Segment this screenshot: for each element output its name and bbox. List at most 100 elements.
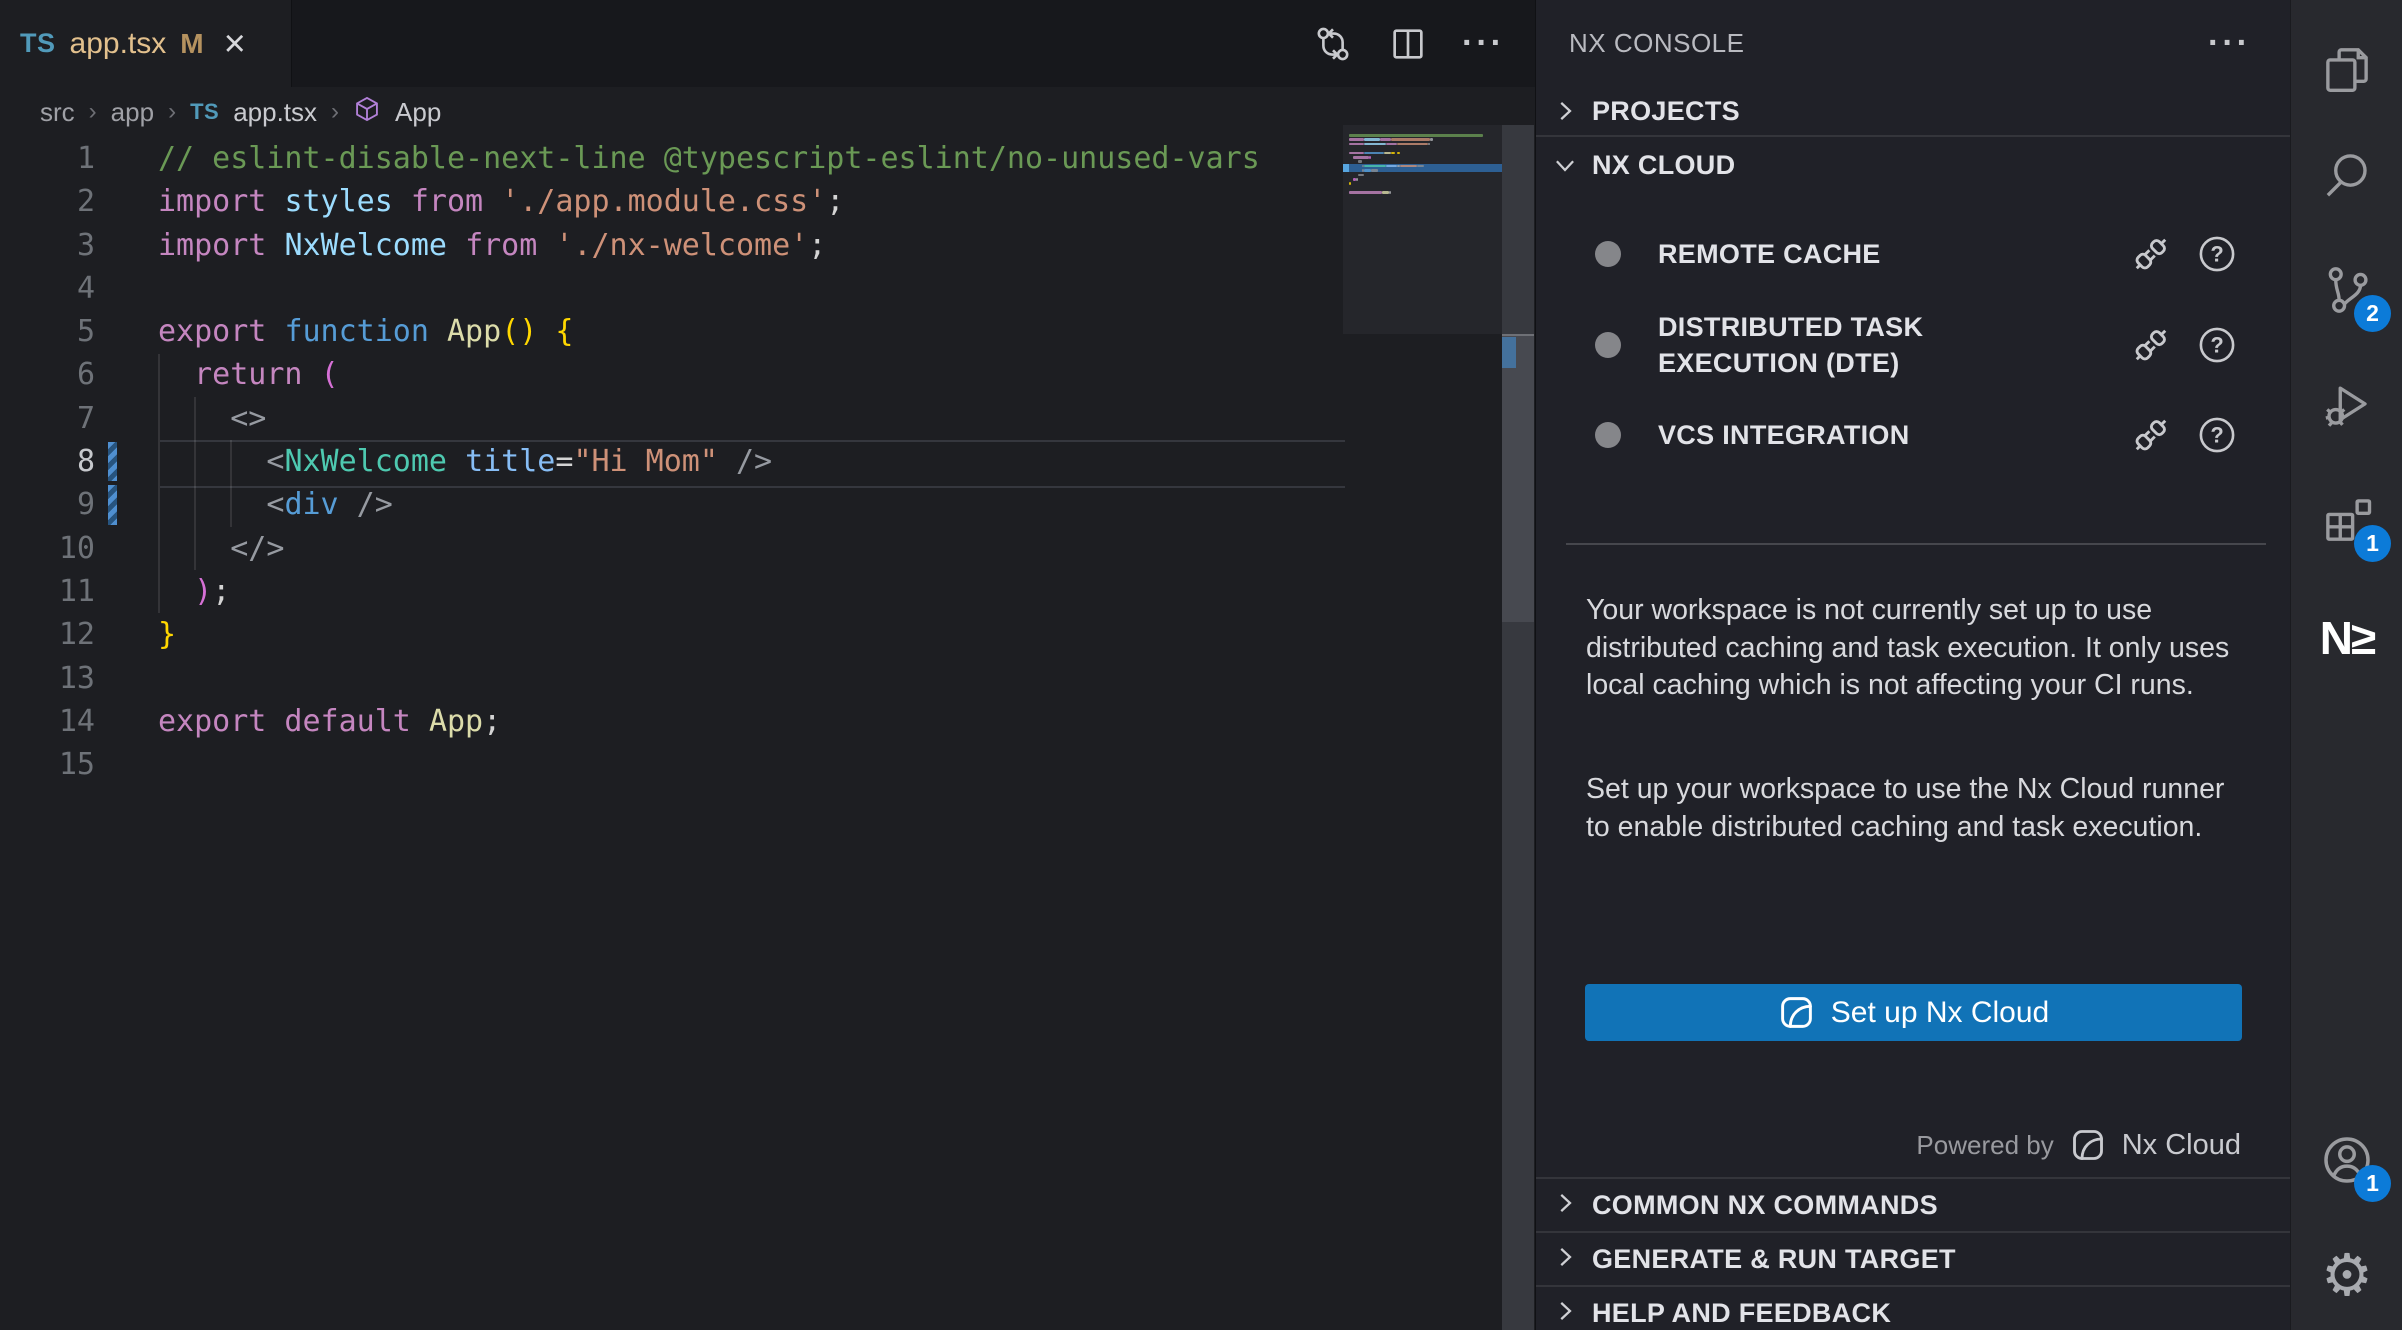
code-line[interactable]: 1// eslint-disable-next-line @typescript… — [0, 137, 1502, 180]
sidebar-item-nx-console[interactable]: N≥ — [2291, 590, 2402, 686]
sidebar-item-extensions[interactable]: 1 — [2291, 472, 2402, 568]
code-line[interactable]: 3import NxWelcome from './nx-welcome'; — [0, 224, 1502, 267]
code-line-content: import NxWelcome from './nx-welcome'; — [95, 224, 826, 267]
line-number: 4 — [0, 267, 95, 310]
connect-icon[interactable] — [2128, 231, 2174, 277]
chevron-right-icon — [1550, 1296, 1580, 1326]
breadcrumb-symbol[interactable]: App — [395, 97, 441, 128]
git-modified-badge: M — [180, 28, 203, 60]
minimap-current-line-marker — [1343, 164, 1349, 172]
code-line[interactable]: 2import styles from './app.module.css'; — [0, 180, 1502, 223]
help-icon[interactable]: ? — [2196, 414, 2238, 456]
nx-console-icon: N≥ — [2320, 611, 2374, 665]
more-actions-icon[interactable]: ··· — [1462, 24, 1505, 63]
code-line[interactable]: 8 <NxWelcome title="Hi Mom" /> — [0, 440, 1502, 483]
split-editor-icon[interactable] — [1388, 24, 1428, 64]
minimap-line — [1349, 134, 1483, 137]
breadcrumb-file[interactable]: app.tsx — [233, 97, 317, 128]
nx-cloud-item-label: REMOTE CACHE — [1658, 236, 1988, 272]
run-debug-icon — [2320, 378, 2374, 432]
chevron-down-icon — [1550, 150, 1580, 180]
setup-instruction-text: Set up your workspace to use the Nx Clou… — [1586, 771, 2234, 846]
code-line-content: import styles from './app.module.css'; — [95, 180, 844, 223]
line-number: 11 — [0, 570, 95, 613]
code-line-content: ); — [95, 570, 230, 613]
tab-bar: TS app.tsx M × ··· — [0, 0, 1535, 87]
minimap-line — [1391, 152, 1395, 155]
code-line[interactable]: 13 — [0, 657, 1502, 700]
connect-icon[interactable] — [2128, 322, 2174, 368]
line-number: 10 — [0, 527, 95, 570]
typescript-icon: TS — [190, 99, 219, 125]
sidebar-item-source-control[interactable]: 2 — [2291, 242, 2402, 338]
help-icon[interactable]: ? — [2196, 233, 2238, 275]
item-actions: ? — [2128, 412, 2238, 458]
code-editor[interactable]: 1// eslint-disable-next-line @typescript… — [0, 137, 1502, 786]
breadcrumb-folder[interactable]: app — [111, 97, 154, 128]
setup-nx-cloud-button[interactable]: Set up Nx Cloud — [1585, 984, 2242, 1041]
more-actions-icon[interactable]: ··· — [2208, 24, 2251, 63]
gear-icon: ⚙ — [2321, 1246, 2373, 1304]
item-actions: ? — [2128, 322, 2238, 368]
section-generate-run-target[interactable]: GENERATE & RUN TARGET — [1536, 1231, 2291, 1285]
close-icon[interactable]: × — [224, 25, 246, 63]
minimap[interactable] — [1343, 125, 1502, 335]
code-line[interactable]: 14export default App; — [0, 700, 1502, 743]
editor-group: TS app.tsx M × ··· — [0, 0, 1535, 1330]
code-line[interactable]: 7 <> — [0, 397, 1502, 440]
section-common-nx-commands[interactable]: COMMON NX COMMANDS — [1536, 1177, 2291, 1231]
connect-icon[interactable] — [2128, 412, 2174, 458]
gutter-modified-marker — [108, 442, 117, 481]
search-icon — [2320, 148, 2374, 202]
nx-cloud-icon — [1778, 994, 1815, 1031]
typescript-icon: TS — [20, 28, 56, 59]
code-line-content: export function App() { — [95, 310, 573, 353]
minimap-line — [1364, 138, 1379, 141]
nx-cloud-icon — [2070, 1127, 2106, 1163]
minimap-line — [1382, 191, 1389, 194]
minimap-line — [1397, 143, 1428, 146]
overview-ruler-modified-marker — [1502, 337, 1516, 368]
section-nx-cloud[interactable]: NX CLOUD — [1536, 140, 2291, 190]
activity-bar: 2 1 N≥ — [2290, 0, 2402, 1330]
chevron-right-icon — [1550, 1242, 1580, 1272]
accounts-button[interactable]: 1 — [2291, 1112, 2402, 1208]
code-line-content: export default App; — [95, 700, 501, 743]
line-number: 14 — [0, 700, 95, 743]
code-line[interactable]: 9 <div /> — [0, 483, 1502, 526]
code-line[interactable]: 4 — [0, 267, 1502, 310]
symbol-class-icon — [353, 95, 381, 130]
chevron-right-icon — [1550, 96, 1580, 126]
section-projects[interactable]: PROJECTS — [1536, 87, 2291, 137]
help-icon[interactable]: ? — [2196, 324, 2238, 366]
sidebar-item-explorer[interactable] — [2291, 22, 2402, 118]
breadcrumb-folder[interactable]: src — [40, 97, 75, 128]
code-line[interactable]: 11 ); — [0, 570, 1502, 613]
minimap-line — [1428, 143, 1430, 146]
code-line-content: <> — [95, 397, 266, 440]
chevron-right-icon: › — [331, 98, 339, 126]
section-help-and-feedback[interactable]: HELP AND FEEDBACK — [1536, 1285, 2291, 1330]
code-line[interactable]: 15 — [0, 743, 1502, 786]
code-line-content — [95, 657, 158, 700]
code-line[interactable]: 6 return ( — [0, 353, 1502, 396]
line-number: 2 — [0, 180, 95, 223]
code-lines: 1// eslint-disable-next-line @typescript… — [0, 137, 1502, 786]
sidebar-item-search[interactable] — [2291, 127, 2402, 223]
code-line[interactable]: 10 </> — [0, 527, 1502, 570]
line-number: 5 — [0, 310, 95, 353]
settings-button[interactable]: ⚙ — [2291, 1227, 2402, 1323]
tab-app-tsx[interactable]: TS app.tsx M × — [0, 0, 292, 87]
scrollbar-track[interactable] — [1502, 125, 1534, 1330]
code-line[interactable]: 5export function App() { — [0, 310, 1502, 353]
minimap-line — [1380, 138, 1391, 141]
sidebar-item-run-debug[interactable] — [2291, 357, 2402, 453]
open-changes-icon[interactable] — [1312, 23, 1354, 65]
code-line[interactable]: 12} — [0, 613, 1502, 656]
code-line-content — [95, 267, 158, 310]
minimap-line — [1358, 174, 1365, 177]
scrollbar-thumb[interactable] — [1502, 334, 1534, 622]
powered-by: Powered by Nx Cloud — [1916, 1122, 2241, 1168]
minimap-line — [1349, 138, 1364, 141]
minimap-line — [1349, 143, 1364, 146]
